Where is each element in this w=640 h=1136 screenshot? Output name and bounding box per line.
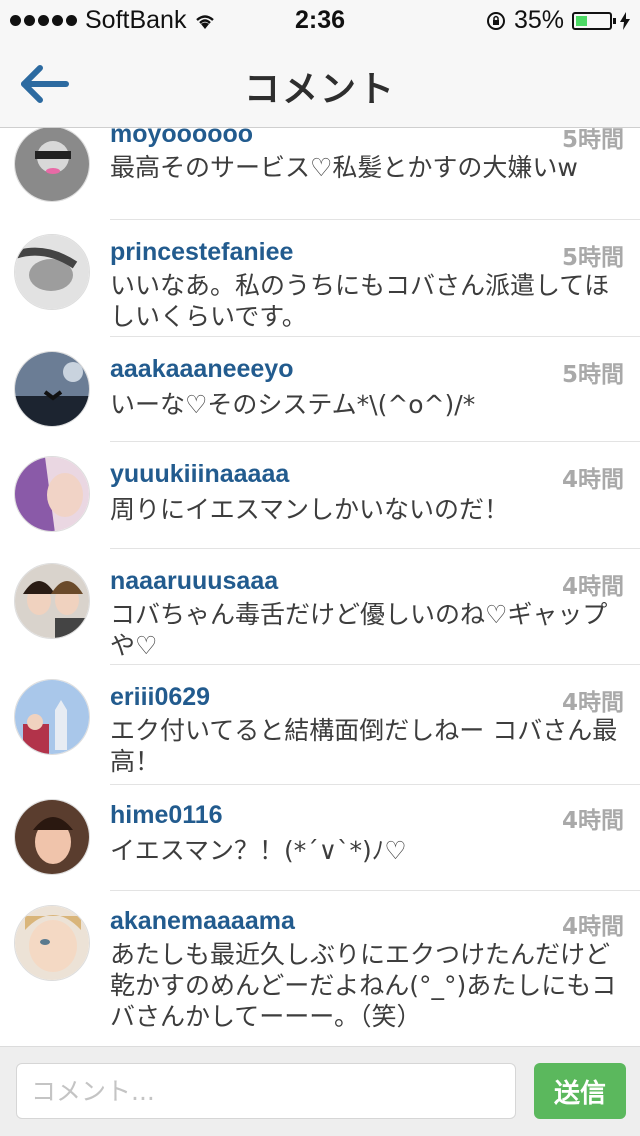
comment-list[interactable]: moyoooooo 5時間 最高そのサービス♡私髪とかすの大嫌いw prince…	[0, 128, 640, 1046]
rotation-lock-icon	[486, 11, 505, 30]
avatar[interactable]	[14, 905, 90, 981]
status-bar: SoftBank 2:36 35%	[0, 0, 640, 40]
comment-item[interactable]: naaaruuusaaa 4時間 コバちゃん毒舌だけど優しいのね♡ギャップや♡	[0, 549, 640, 665]
comment-time: 5時間	[561, 362, 624, 388]
comment-username[interactable]: princestefaniee	[110, 238, 293, 267]
status-right: 35%	[486, 6, 630, 35]
avatar[interactable]	[14, 128, 90, 202]
comment-time: 5時間	[561, 245, 624, 271]
comment-text: コバちゃん毒舌だけど優しいのね♡ギャップや♡	[110, 600, 608, 660]
comment-item[interactable]: moyoooooo 5時間 最高そのサービス♡私髪とかすの大嫌いw	[0, 128, 640, 220]
comment-item[interactable]: eriii0629 4時間 エク付いてると結構面倒だしねー コバさん最高！	[0, 665, 640, 785]
comment-username[interactable]: moyoooooo	[110, 128, 253, 149]
comment-item[interactable]: hime0116 4時間 イエスマン？！(*´∨`*)ﾉ♡	[0, 785, 640, 891]
avatar[interactable]	[14, 234, 90, 310]
comment-item[interactable]: princestefaniee 5時間 いいなあ。私のうちにもコバさん派遣してほ…	[0, 220, 640, 337]
comment-text: いいなあ。私のうちにもコバさん派遣してほしいくらいです。	[110, 271, 610, 331]
comment-text: 最高そのサービス♡私髪とかすの大嫌いw	[110, 153, 578, 182]
comment-username[interactable]: yuuukiiinaaaaa	[110, 460, 289, 489]
avatar[interactable]	[14, 563, 90, 639]
avatar[interactable]	[14, 351, 90, 427]
charging-icon	[620, 11, 630, 30]
comment-username[interactable]: hime0116	[110, 801, 223, 830]
comment-item[interactable]: akanemaaaama 4時間 あたしも最近久しぶりにエクつけたんだけど乾かす…	[0, 891, 640, 1031]
comment-item[interactable]: yuuukiiinaaaaa 4時間 周りにイエスマンしかいないのだ！	[0, 442, 640, 549]
comment-item[interactable]: aaakaaaneeeyo 5時間 いーな♡そのシステム*\(^o^)/*	[0, 337, 640, 442]
comment-input-bar: 送信	[0, 1046, 640, 1136]
avatar[interactable]	[14, 456, 90, 532]
nav-bar: コメント	[0, 40, 640, 128]
send-button[interactable]: 送信	[534, 1063, 626, 1119]
avatar[interactable]	[14, 679, 90, 755]
battery-percent: 35%	[513, 6, 564, 34]
comment-text: 周りにイエスマンしかいないのだ！	[110, 495, 510, 524]
comment-time: 4時間	[561, 914, 624, 940]
battery-icon	[572, 11, 616, 30]
comment-username[interactable]: naaaruuusaaa	[110, 567, 278, 596]
comment-time: 4時間	[561, 808, 624, 834]
comment-username[interactable]: eriii0629	[110, 683, 210, 712]
comment-input[interactable]	[16, 1063, 516, 1119]
comment-time: 4時間	[561, 574, 624, 600]
comment-time: 4時間	[561, 467, 624, 493]
comment-username[interactable]: aaakaaaneeeyo	[110, 355, 293, 384]
comment-text: あたしも最近久しぶりにエクつけたんだけど乾かすのめんどーだよねん(°_°)あたし…	[110, 940, 617, 1031]
page-title: コメント	[243, 69, 396, 110]
comment-time: 4時間	[561, 690, 624, 716]
comment-text: いーな♡そのシステム*\(^o^)/*	[110, 390, 476, 419]
avatar[interactable]	[14, 799, 90, 875]
comment-text: イエスマン？！(*´∨`*)ﾉ♡	[110, 836, 407, 865]
comment-text: エク付いてると結構面倒だしねー コバさん最高！	[110, 716, 618, 776]
comment-username[interactable]: akanemaaaama	[110, 907, 295, 936]
comment-time: 5時間	[561, 128, 624, 153]
